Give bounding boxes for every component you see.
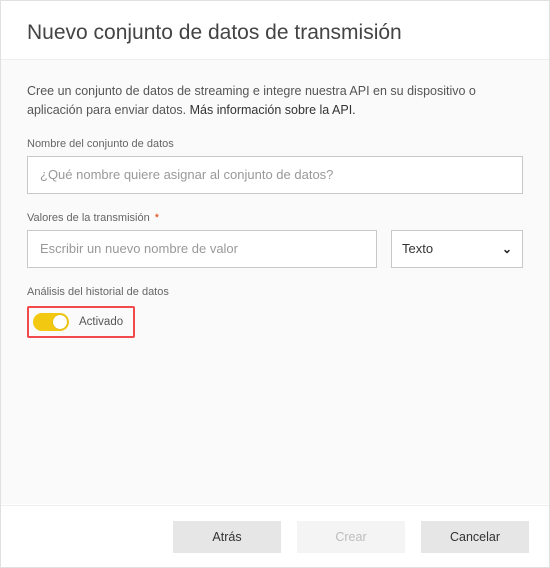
streaming-dataset-dialog: Nuevo conjunto de datos de transmisión C… <box>0 0 550 568</box>
cancel-button[interactable]: Cancelar <box>421 521 529 553</box>
value-name-input[interactable] <box>27 230 377 268</box>
dataset-name-label: Nombre del conjunto de datos <box>27 138 523 150</box>
dataset-name-input[interactable] <box>27 156 523 194</box>
dialog-footer: Atrás Crear Cancelar <box>1 505 549 567</box>
intro-text: Cree un conjunto de datos de streaming e… <box>27 82 523 120</box>
value-type-select[interactable]: Texto ⌄ <box>391 230 523 268</box>
historical-analysis-label: Análisis del historial de datos <box>27 286 523 298</box>
historical-toggle-state: Activado <box>79 316 123 328</box>
back-button[interactable]: Atrás <box>173 521 281 553</box>
dialog-title: Nuevo conjunto de datos de transmisión <box>27 21 523 45</box>
value-type-selected: Texto <box>402 241 433 256</box>
chevron-down-icon: ⌄ <box>502 242 512 256</box>
stream-values-label-text: Valores de la transmisión <box>27 212 150 224</box>
toggle-knob-icon <box>53 315 67 329</box>
historical-toggle-highlight: Activado <box>27 306 135 338</box>
dialog-body: Cree un conjunto de datos de streaming e… <box>1 60 549 504</box>
dialog-header: Nuevo conjunto de datos de transmisión <box>1 1 549 60</box>
stream-values-label: Valores de la transmisión * <box>27 212 523 224</box>
api-info-link[interactable]: Más información sobre la API. <box>190 103 356 117</box>
stream-values-row: Texto ⌄ <box>27 230 523 268</box>
create-button: Crear <box>297 521 405 553</box>
historical-toggle[interactable] <box>33 313 69 331</box>
required-indicator: * <box>155 212 159 224</box>
